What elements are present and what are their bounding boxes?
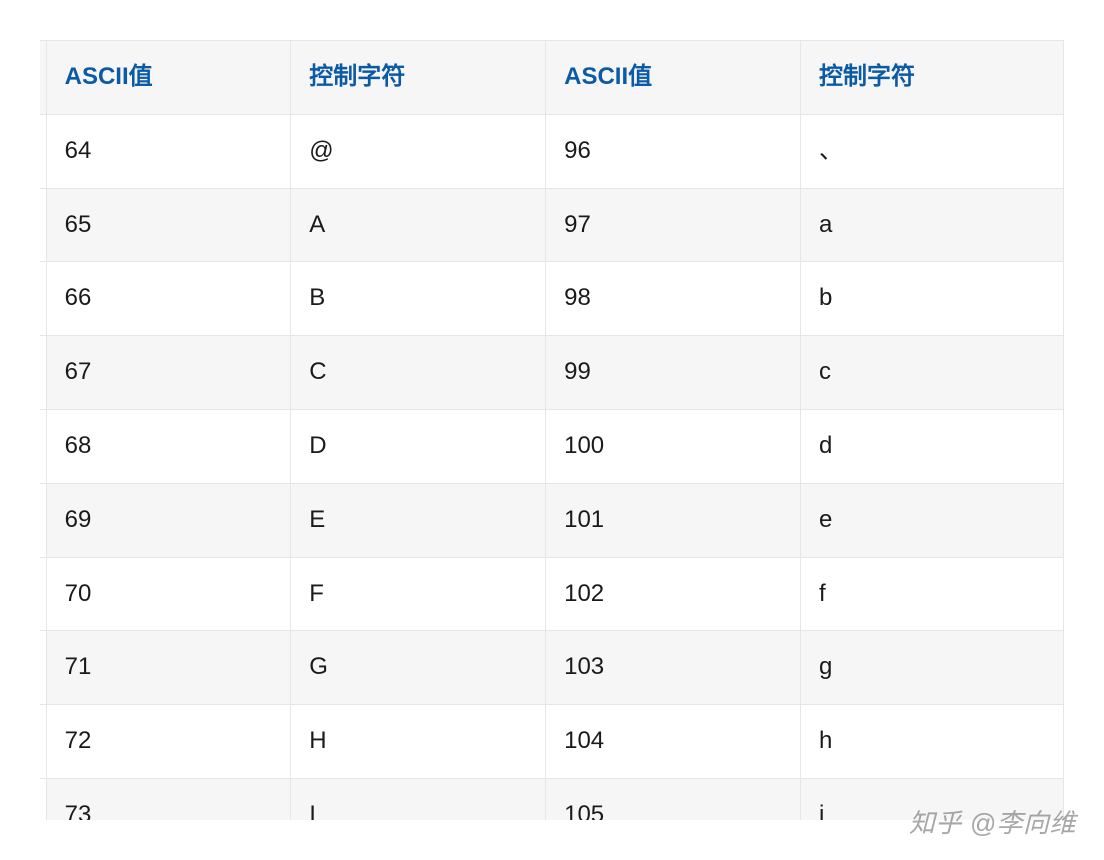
ascii-table: ASCII值 控制字符 ASCII值 控制字符 64 @ 96 、 65 A	[40, 40, 1064, 820]
cell-control-char: I	[291, 778, 546, 820]
page-container: ASCII值 控制字符 ASCII值 控制字符 64 @ 96 、 65 A	[0, 0, 1104, 820]
table-row: 65 A 97 a	[40, 188, 1064, 262]
cell-control-char: h	[800, 705, 1063, 779]
table-header: ASCII值 控制字符 ASCII值 控制字符	[40, 41, 1064, 115]
cell-ascii-value: 73	[46, 778, 291, 820]
cell-ascii-value: 67	[46, 336, 291, 410]
cell-control-char: f	[800, 557, 1063, 631]
cell-ascii-value: 64	[46, 114, 291, 188]
cell-control-char: g	[800, 631, 1063, 705]
cell-ascii-value: 104	[546, 705, 801, 779]
cell-control-char: F	[291, 557, 546, 631]
cell-control-char: e	[800, 483, 1063, 557]
cell-ascii-value: 97	[546, 188, 801, 262]
cell-control-char: G	[291, 631, 546, 705]
cell-ascii-value: 98	[546, 262, 801, 336]
table-row: 71 G 103 g	[40, 631, 1064, 705]
cell-ascii-value: 69	[46, 483, 291, 557]
cell-control-char: @	[291, 114, 546, 188]
header-control-char-1: 控制字符	[291, 41, 546, 115]
cell-ascii-value: 68	[46, 409, 291, 483]
header-ascii-value-1: ASCII值	[46, 41, 291, 115]
table-body: 64 @ 96 、 65 A 97 a 66 B 98 b	[40, 114, 1064, 820]
cell-control-char: E	[291, 483, 546, 557]
cell-ascii-value: 71	[46, 631, 291, 705]
cell-ascii-value: 99	[546, 336, 801, 410]
cell-ascii-value: 103	[546, 631, 801, 705]
cell-control-char: C	[291, 336, 546, 410]
cell-ascii-value: 102	[546, 557, 801, 631]
cell-control-char: D	[291, 409, 546, 483]
table-row: 70 F 102 f	[40, 557, 1064, 631]
table-row: 68 D 100 d	[40, 409, 1064, 483]
cell-control-char: 、	[800, 114, 1063, 188]
cell-ascii-value: 65	[46, 188, 291, 262]
cell-control-char: b	[800, 262, 1063, 336]
table-row: 67 C 99 c	[40, 336, 1064, 410]
cell-ascii-value: 66	[46, 262, 291, 336]
cell-control-char: c	[800, 336, 1063, 410]
ascii-table-wrapper: ASCII值 控制字符 ASCII值 控制字符 64 @ 96 、 65 A	[40, 40, 1064, 820]
cell-control-char: H	[291, 705, 546, 779]
cell-ascii-value: 100	[546, 409, 801, 483]
table-row: 73 I 105 i	[40, 778, 1064, 820]
cell-ascii-value: 101	[546, 483, 801, 557]
cell-control-char: d	[800, 409, 1063, 483]
table-row: 69 E 101 e	[40, 483, 1064, 557]
cell-ascii-value: 105	[546, 778, 801, 820]
cell-control-char: i	[800, 778, 1063, 820]
cell-ascii-value: 70	[46, 557, 291, 631]
header-ascii-value-2: ASCII值	[546, 41, 801, 115]
table-row: 64 @ 96 、	[40, 114, 1064, 188]
cell-control-char: B	[291, 262, 546, 336]
table-row: 66 B 98 b	[40, 262, 1064, 336]
cell-ascii-value: 96	[546, 114, 801, 188]
cell-control-char: A	[291, 188, 546, 262]
cell-ascii-value: 72	[46, 705, 291, 779]
cell-control-char: a	[800, 188, 1063, 262]
header-control-char-2: 控制字符	[800, 41, 1063, 115]
table-row: 72 H 104 h	[40, 705, 1064, 779]
